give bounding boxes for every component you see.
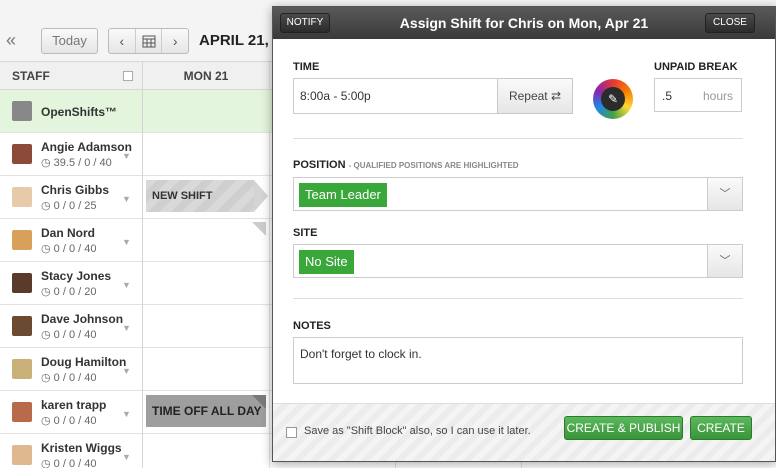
staff-column-divider <box>0 62 143 468</box>
shift-block-checkbox[interactable] <box>286 427 297 438</box>
notes-textarea[interactable]: Don't forget to clock in. <box>293 337 743 384</box>
color-picker-button[interactable]: ✎ <box>593 79 633 119</box>
divider <box>293 298 743 299</box>
cell-corner-fold <box>252 395 266 409</box>
time-label: TIME <box>293 61 320 73</box>
calendar-icon <box>142 35 155 48</box>
shift-block-label: Save as "Shift Block" also, so I can use… <box>304 425 531 437</box>
dialog-footer: Save as "Shift Block" also, so I can use… <box>273 403 775 461</box>
site-select[interactable]: No Site ﹀ <box>293 244 743 278</box>
create-button[interactable]: CREATE <box>690 416 752 440</box>
dialog-title: Assign Shift for Chris on Mon, Apr 21 <box>399 15 649 31</box>
time-off-cell[interactable]: TIME OFF ALL DAY <box>146 395 266 427</box>
position-hint: - QUALIFIED POSITIONS ARE HIGHLIGHTED <box>348 161 519 170</box>
chevron-down-icon[interactable]: ﹀ <box>707 178 742 210</box>
close-button[interactable]: CLOSE <box>705 13 755 33</box>
repeat-button[interactable]: Repeat ⇄ <box>497 78 573 114</box>
position-selected-value: Team Leader <box>299 183 387 207</box>
calendar-button[interactable] <box>136 29 163 53</box>
repeat-icon: ⇄ <box>550 89 562 103</box>
current-date-label: APRIL 21, 2 <box>199 32 282 49</box>
pencil-icon: ✎ <box>601 87 625 111</box>
assign-shift-dialog: NOTIFY Assign Shift for Chris on Mon, Ap… <box>272 6 776 462</box>
today-button[interactable]: Today <box>41 28 98 54</box>
collapse-sidebar-icon[interactable]: « <box>6 30 16 51</box>
cell-corner-fold <box>252 222 266 236</box>
site-selected-value: No Site <box>299 250 354 274</box>
divider <box>293 138 743 139</box>
next-day-button[interactable]: › <box>162 29 188 53</box>
unpaid-break-input[interactable]: .5 hours <box>654 78 742 112</box>
position-label: POSITION - QUALIFIED POSITIONS ARE HIGHL… <box>293 159 519 171</box>
site-label: SITE <box>293 227 318 239</box>
repeat-label: Repeat <box>508 89 548 103</box>
time-input[interactable]: 8:00a - 5:00p <box>293 78 498 114</box>
unpaid-break-label: UNPAID BREAK <box>654 61 738 73</box>
dialog-header: NOTIFY Assign Shift for Chris on Mon, Ap… <box>273 7 775 39</box>
new-shift-cell[interactable]: NEW SHIFT <box>146 180 268 212</box>
break-value: .5 <box>662 89 673 103</box>
day-column-header: MON 21 <box>143 62 269 90</box>
prev-day-button[interactable]: ‹ <box>109 29 136 53</box>
create-publish-button[interactable]: CREATE & PUBLISH <box>564 416 683 440</box>
chevron-down-icon[interactable]: ﹀ <box>707 245 742 277</box>
date-nav-group: ‹ › <box>108 28 189 54</box>
position-label-text: POSITION <box>293 159 346 171</box>
notes-label: NOTES <box>293 320 331 332</box>
position-select[interactable]: Team Leader ﹀ <box>293 177 743 211</box>
break-unit: hours <box>703 89 734 103</box>
